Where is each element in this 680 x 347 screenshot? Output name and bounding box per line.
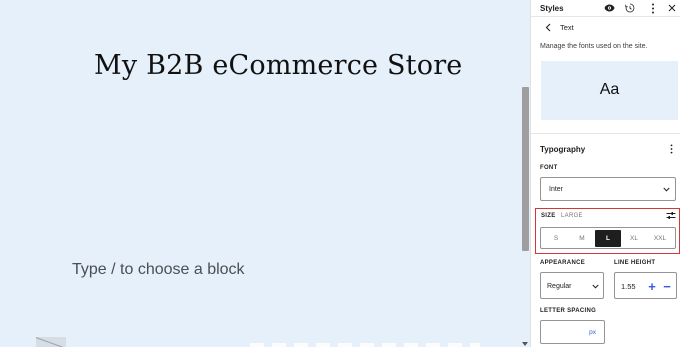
size-label: SIZE [541, 213, 556, 219]
sidebar-title: Styles [540, 4, 564, 13]
line-height-label: LINE HEIGHT [614, 260, 656, 266]
canvas-image-fragment [36, 337, 66, 347]
panel-title: Text [560, 23, 574, 32]
size-option-m[interactable]: M [569, 230, 595, 247]
kebab-icon[interactable] [647, 2, 659, 14]
letter-spacing-label: LETTER SPACING [540, 308, 597, 314]
scrollbar-thumb[interactable] [522, 87, 529, 251]
eye-icon[interactable] [603, 2, 615, 14]
section-divider [531, 133, 680, 134]
letter-spacing-unit[interactable]: px [589, 329, 596, 336]
chevron-left-icon[interactable] [543, 21, 553, 33]
decrement-icon[interactable]: − [660, 277, 674, 295]
typography-heading: Typography [540, 145, 586, 154]
history-icon[interactable] [624, 2, 636, 14]
font-size-toggle-group: S M L XL XXL [540, 227, 676, 249]
chevron-down-icon [591, 282, 599, 290]
styles-nav-row: Text [531, 20, 680, 34]
preview-sample-text: Aa [599, 81, 620, 98]
size-option-l[interactable]: L [595, 229, 621, 247]
line-height-value: 1.55 [621, 282, 636, 291]
font-label: FONT [540, 165, 558, 171]
font-family-value: Inter [549, 186, 564, 193]
custom-size-settings-icon[interactable] [665, 210, 676, 221]
size-option-s[interactable]: S [543, 230, 569, 247]
panel-description: Manage the fonts used on the site. [540, 43, 648, 50]
letter-spacing-input[interactable]: px [540, 320, 605, 344]
canvas-scrollbar[interactable] [520, 0, 530, 347]
font-size-control: SIZE LARGE S M L XL XXL [535, 208, 680, 254]
typography-preview: Aa [541, 61, 678, 120]
chevron-down-icon [662, 185, 670, 193]
scroll-down-arrow-icon[interactable] [522, 342, 528, 346]
size-option-xl[interactable]: XL [621, 230, 647, 247]
size-current-label: LARGE [561, 213, 583, 219]
site-title[interactable]: My B2B eCommerce Store [94, 50, 462, 81]
size-option-xxl[interactable]: XXL [647, 230, 673, 247]
canvas-bottom-fragment [250, 343, 480, 347]
appearance-value: Regular [547, 283, 572, 290]
styles-sidebar: Styles Text Manage the fonts used on the… [530, 0, 680, 347]
block-appender-placeholder[interactable]: Type / to choose a block [72, 261, 245, 279]
editor-canvas[interactable]: My B2B eCommerce Store Type / to choose … [0, 0, 520, 347]
font-family-select[interactable]: Inter [540, 177, 676, 201]
line-height-input[interactable]: 1.55 + − [614, 272, 677, 299]
appearance-select[interactable]: Regular [540, 272, 604, 299]
typography-options-icon[interactable] [667, 143, 675, 155]
close-icon[interactable] [666, 2, 678, 14]
appearance-label: APPEARANCE [540, 260, 586, 266]
sidebar-header: Styles [531, 0, 680, 17]
increment-icon[interactable]: + [645, 277, 659, 295]
